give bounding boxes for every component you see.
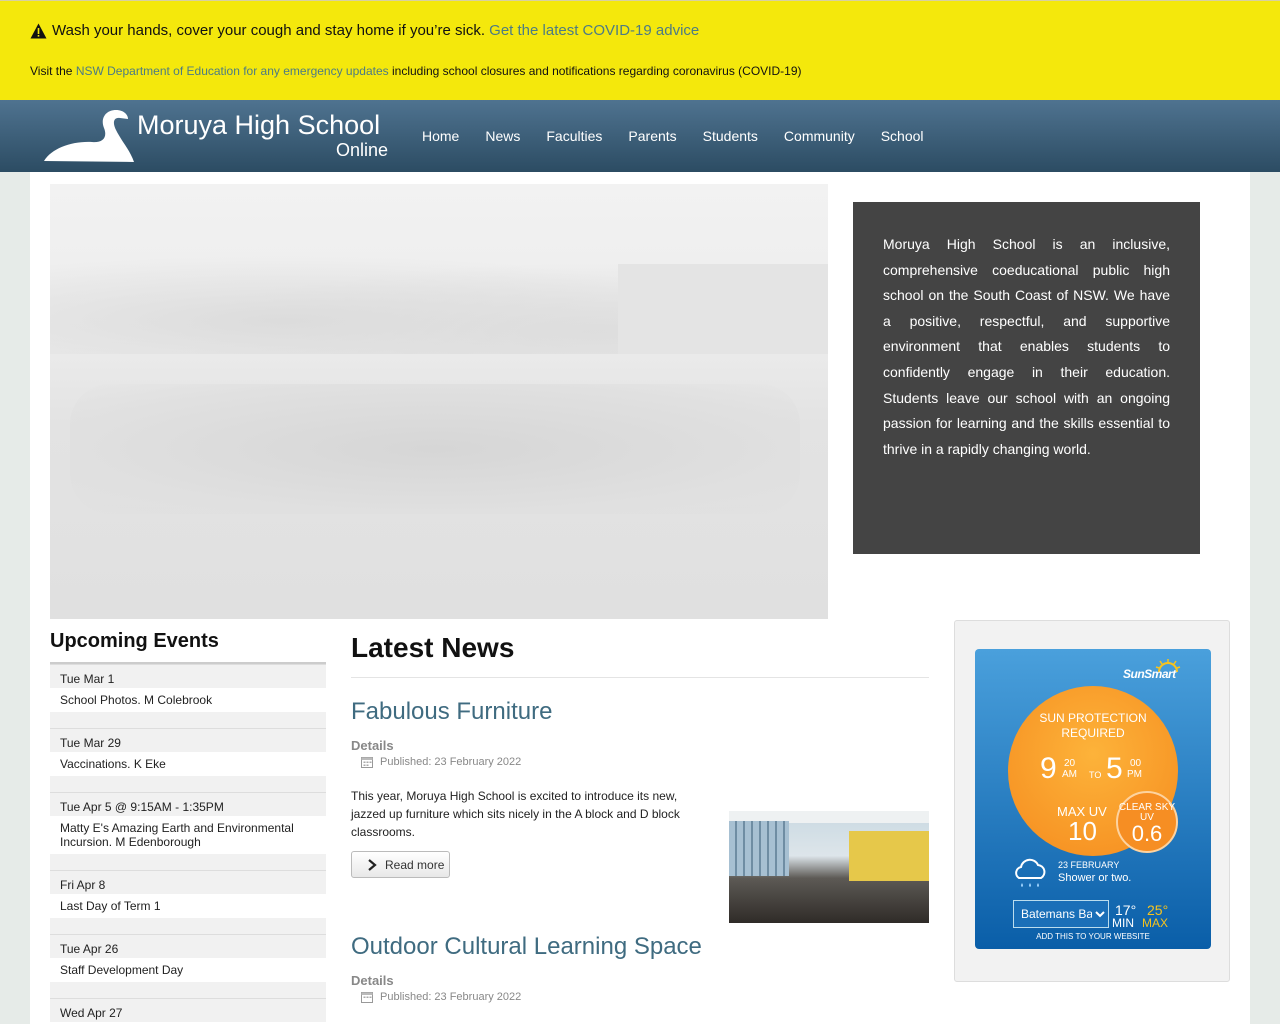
uv-protection-circle: SUN PROTECTION REQUIRED 9 20 AM TO 5 00 …	[1008, 686, 1178, 856]
sunsmart-logo-text: SunSmart	[1123, 667, 1176, 681]
event-divider	[50, 776, 326, 792]
article-published: Published: 23 February 2022	[351, 991, 929, 1003]
alert-message: Wash your hands, cover your cough and st…	[30, 22, 699, 39]
site-header: Moruya High School Online Home News Facu…	[0, 100, 1280, 172]
published-date: Published: 23 February 2022	[380, 756, 522, 768]
article-title[interactable]: Outdoor Cultural Learning Space	[351, 933, 929, 965]
nav-students[interactable]: Students	[690, 128, 771, 144]
from-ampm: AM	[1062, 769, 1077, 780]
event-title[interactable]: Last Day of Term 1	[50, 894, 326, 918]
event-date: Fri Apr 8	[50, 870, 326, 894]
news-heading: Latest News	[351, 628, 929, 678]
nav-parents[interactable]: Parents	[615, 128, 689, 144]
temp-min-label: MIN	[1112, 916, 1134, 930]
article-details-label: Details	[351, 738, 394, 753]
article-details-label: Details	[351, 973, 394, 988]
from-minutes: 20	[1064, 758, 1076, 769]
add-to-website-link[interactable]: ADD THIS TO YOUR WEBSITE	[975, 932, 1211, 941]
event-divider	[50, 982, 326, 998]
latest-news: Latest News Fabulous Furniture Details P…	[351, 628, 929, 1003]
nav-faculties[interactable]: Faculties	[533, 128, 615, 144]
event-item[interactable]: Tue Mar 29 Vaccinations. K Eke	[50, 728, 326, 792]
logo-title: Moruya High School	[137, 110, 381, 140]
event-date: Tue Apr 5 @ 9:15AM - 1:35PM	[50, 792, 326, 816]
published-date: Published: 23 February 2022	[380, 991, 522, 1003]
to-minutes: 00	[1130, 758, 1142, 769]
event-item[interactable]: Wed Apr 27	[50, 998, 326, 1022]
read-more-button[interactable]: Read more	[351, 851, 450, 878]
sunsmart-widget: SunSmart SUN PROTECTION REQUIRED 9 20 AM…	[975, 649, 1211, 949]
covid-advice-link[interactable]: Get the latest COVID-19 advice	[489, 22, 699, 39]
event-date: Tue Mar 1	[50, 664, 326, 688]
sunsmart-widget-frame: SunSmart SUN PROTECTION REQUIRED 9 20 AM…	[954, 620, 1230, 982]
alert-emergency-message: Visit the NSW Department of Education fo…	[30, 64, 802, 78]
event-item[interactable]: Tue Apr 5 @ 9:15AM - 1:35PM Matty E's Am…	[50, 792, 326, 870]
nav-school[interactable]: School	[868, 128, 937, 144]
from-hour: 9	[1040, 752, 1057, 785]
protection-times: 9 20 AM TO 5 00 PM	[1038, 752, 1178, 788]
to-hour: 5	[1106, 752, 1123, 785]
thumbnail-window	[729, 821, 789, 876]
hero-student-group	[70, 384, 800, 514]
main-content: Moruya High School is an inclusive, comp…	[30, 172, 1250, 1024]
site-logo[interactable]: Moruya High School Online	[42, 106, 402, 166]
event-divider	[50, 712, 326, 728]
event-title[interactable]: Matty E's Amazing Earth and Environmenta…	[50, 816, 326, 854]
covid-alert-bar: Wash your hands, cover your cough and st…	[0, 0, 1280, 100]
news-article: Outdoor Cultural Learning Space Details …	[351, 933, 929, 1003]
nsw-education-link[interactable]: NSW Department of Education for any emer…	[76, 64, 389, 78]
article-thumbnail[interactable]	[729, 811, 929, 923]
event-title[interactable]: Vaccinations. K Eke	[50, 752, 326, 776]
upcoming-events: Upcoming Events Tue Mar 1 School Photos.…	[50, 628, 326, 1022]
to-label: TO	[1089, 770, 1102, 780]
sunsmart-logo: SunSmart	[1123, 658, 1181, 684]
forecast-description: Shower or two.	[1058, 872, 1132, 884]
event-title[interactable]: School Photos. M Colebrook	[50, 688, 326, 712]
clear-sky-uv: CLEAR SKY UV 0.6	[1116, 791, 1178, 853]
clear-sky-value: 0.6	[1131, 821, 1163, 846]
forecast-date: 23 FEBRUARY	[1058, 860, 1120, 870]
article-title[interactable]: Fabulous Furniture	[351, 698, 929, 730]
alert-suffix: including school closures and notificati…	[391, 64, 802, 78]
event-divider	[50, 854, 326, 870]
max-uv-value: 10	[1068, 816, 1097, 846]
event-title[interactable]: Staff Development Day	[50, 958, 326, 982]
event-item[interactable]: Fri Apr 8 Last Day of Term 1	[50, 870, 326, 934]
event-item[interactable]: Tue Apr 26 Staff Development Day	[50, 934, 326, 998]
school-intro: Moruya High School is an inclusive, comp…	[853, 202, 1200, 554]
event-date: Wed Apr 27	[50, 998, 326, 1022]
events-heading: Upcoming Events	[50, 628, 326, 664]
rain-cloud-icon	[1015, 858, 1046, 887]
clear-sky-label: CLEAR SKY UV	[1118, 802, 1176, 823]
temp-max-label: MAX	[1142, 916, 1169, 930]
swan-logo-icon	[44, 110, 134, 162]
alert-prefix: Visit the	[30, 64, 73, 78]
nav-home[interactable]: Home	[409, 128, 472, 144]
location-select[interactable]: Batemans Bay	[1013, 900, 1109, 928]
main-nav: Home News Faculties Parents Students Com…	[409, 100, 937, 172]
event-item[interactable]: Tue Mar 1 School Photos. M Colebrook	[50, 664, 326, 728]
warning-icon	[30, 23, 47, 38]
article-published: Published: 23 February 2022	[351, 756, 929, 768]
nav-community[interactable]: Community	[771, 128, 868, 144]
hero-building	[618, 264, 828, 354]
event-date: Tue Mar 29	[50, 728, 326, 752]
to-ampm: PM	[1127, 769, 1142, 780]
alert-text: Wash your hands, cover your cough and st…	[52, 22, 485, 39]
calendar-icon	[361, 757, 373, 768]
article-intro: This year, Moruya High School is excited…	[351, 789, 680, 839]
nav-news[interactable]: News	[472, 128, 533, 144]
thumbnail-wall	[849, 831, 929, 881]
hero-image	[50, 184, 828, 619]
chevron-right-icon	[368, 858, 377, 871]
calendar-icon	[361, 992, 373, 1003]
event-divider	[50, 918, 326, 934]
logo-subtitle: Online	[335, 140, 388, 160]
event-date: Tue Apr 26	[50, 934, 326, 958]
sun-protection-label: SUN PROTECTION REQUIRED	[1039, 711, 1147, 740]
news-article: Fabulous Furniture Details Published: 23…	[351, 698, 929, 923]
intro-text: Moruya High School is an inclusive, comp…	[883, 236, 1170, 457]
read-more-label: Read more	[385, 857, 445, 872]
